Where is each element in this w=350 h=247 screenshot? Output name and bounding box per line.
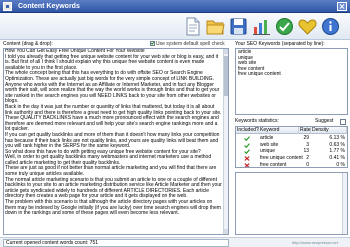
column-header-included[interactable]: Included?: [236, 127, 259, 134]
statistics-table: Included? Keyword Rate Density article 29…: [235, 126, 348, 168]
website-link[interactable]: http://www.seopressor.net: [292, 240, 338, 246]
title-bar: Content Keywords: [0, 0, 350, 13]
check-mark-icon: [244, 149, 250, 155]
statistics-label: Keywords statistics:: [235, 118, 279, 124]
check-mark-icon: [244, 142, 250, 148]
keywords-label: Your SEO Keywords (separated by line):: [235, 41, 325, 47]
keyword-cell: free content: [260, 161, 287, 168]
spell-check-option[interactable]: Use system default spell check: [150, 41, 225, 48]
close-icon[interactable]: [337, 2, 347, 11]
word-count-status: Current opened content words count: 751: [3, 239, 229, 247]
scroll-thumb[interactable]: [224, 56, 228, 96]
check-icon[interactable]: [275, 17, 294, 36]
status-bar: Current opened content words count: 751 …: [0, 237, 350, 247]
column-header-density[interactable]: Density: [311, 127, 347, 134]
window-title: Content Keywords: [18, 3, 80, 10]
notes-scrollbar[interactable]: [342, 173, 347, 234]
check-mark-icon: [244, 136, 250, 141]
spell-check-checkbox[interactable]: [150, 41, 155, 46]
included-cell[interactable]: [236, 162, 259, 167]
notes-textarea[interactable]: [235, 172, 348, 235]
info-icon[interactable]: [321, 17, 340, 36]
cross-mark-icon: [244, 156, 250, 161]
toolbar: [0, 13, 350, 40]
table-row[interactable]: free content 0 0 %: [236, 161, 347, 168]
keywords-list: article unique web site free content fre…: [236, 49, 347, 79]
content-textarea[interactable]: How You Can Get Easy Free Unique Content…: [3, 48, 229, 235]
app-window-icon: [3, 2, 12, 11]
scroll-down-icon[interactable]: [224, 229, 228, 234]
bar-chart-icon[interactable]: [252, 17, 271, 36]
scroll-up-icon[interactable]: [224, 49, 228, 54]
column-header-rate[interactable]: Rate: [299, 127, 311, 134]
density-cell: 0 %: [336, 161, 345, 168]
heart-icon[interactable]: [298, 17, 317, 36]
content-text[interactable]: How You Can Get Easy Free Unique Content…: [5, 49, 223, 217]
table-header: Included? Keyword Rate Density: [236, 127, 347, 134]
keywords-textarea[interactable]: article unique web site free content fre…: [235, 48, 348, 115]
cross-mark-icon: [244, 162, 250, 167]
rate-cell: 0: [306, 161, 309, 168]
spell-check-label: Use system default spell check: [156, 41, 225, 47]
content-label: Content (drag & drop):: [3, 41, 53, 47]
keyword-item[interactable]: free unique content: [238, 72, 345, 78]
suggest-label: Suggest: [315, 118, 334, 124]
save-icon[interactable]: [229, 17, 248, 36]
content-scrollbar[interactable]: [223, 49, 228, 234]
document-icon[interactable]: [183, 17, 202, 36]
column-header-keyword[interactable]: Keyword: [259, 127, 299, 134]
folder-icon[interactable]: [206, 17, 225, 36]
suggest-checkbox[interactable]: [340, 119, 346, 125]
